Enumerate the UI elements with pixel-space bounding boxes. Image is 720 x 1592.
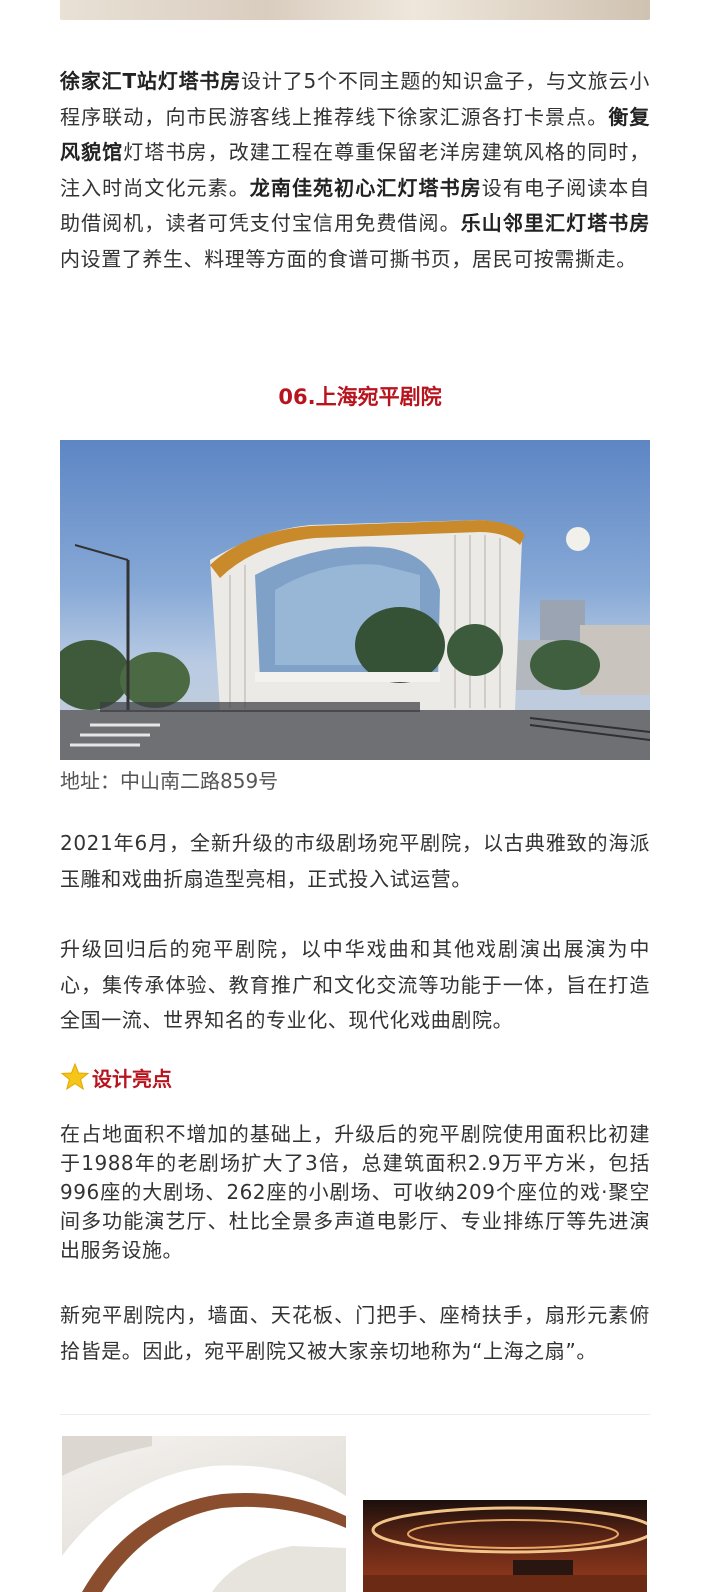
auditorium-illustration	[363, 1506, 647, 1592]
photo-caption: 地址：中山南二路859号	[60, 769, 279, 793]
previous-photo-bottom-edge	[60, 0, 650, 20]
star-icon	[60, 1062, 90, 1091]
design-highlights-heading: 设计亮点	[60, 1060, 172, 1094]
paragraph-design: 在占地面积不增加的基础上，升级后的宛平剧院使用面积比初建于1988年的老剧场扩大…	[60, 1122, 650, 1262]
bold-name-4: 乐山邻里汇灯塔书房	[460, 211, 650, 235]
theatre-photo[interactable]	[60, 440, 650, 760]
subheading-label: 设计亮点	[92, 1066, 172, 1091]
article-page: 徐家汇T站灯塔书房设计了5个不同主题的知识盒子，与文旅云小程序联动，向市民游客线…	[0, 0, 720, 1592]
paragraph-fan: 新宛平剧院内，墙面、天花板、门把手、座椅扶手，扇形元素俯拾皆是。因此，宛平剧院又…	[60, 1303, 650, 1363]
bold-name-1: 徐家汇T站灯塔书房	[60, 69, 242, 93]
section-title: 06.上海宛平剧院	[278, 385, 442, 409]
paragraph-mission: 升级回归后的宛平剧院，以中华戏曲和其他戏剧演出展演为中心，集传承体验、教育推广和…	[60, 937, 650, 1032]
staircase-photo[interactable]	[62, 1436, 346, 1592]
intro-paragraph: 徐家汇T站灯塔书房设计了5个不同主题的知识盒子，与文旅云小程序联动，向市民游客线…	[60, 64, 650, 277]
auditorium-photo[interactable]	[363, 1500, 647, 1592]
theatre-illustration	[60, 520, 650, 760]
divider	[60, 1414, 650, 1415]
paragraph-opening: 2021年6月，全新升级的市级剧场宛平剧院，以古典雅致的海派玉雕和戏曲折扇造型亮…	[60, 831, 650, 891]
bold-name-3: 龙南佳苑初心汇灯塔书房	[249, 175, 482, 200]
intro-text-4: 内设置了养生、料理等方面的食谱可撕书页，居民可按需撕走。	[60, 246, 637, 271]
staircase-illustration	[62, 1436, 346, 1592]
